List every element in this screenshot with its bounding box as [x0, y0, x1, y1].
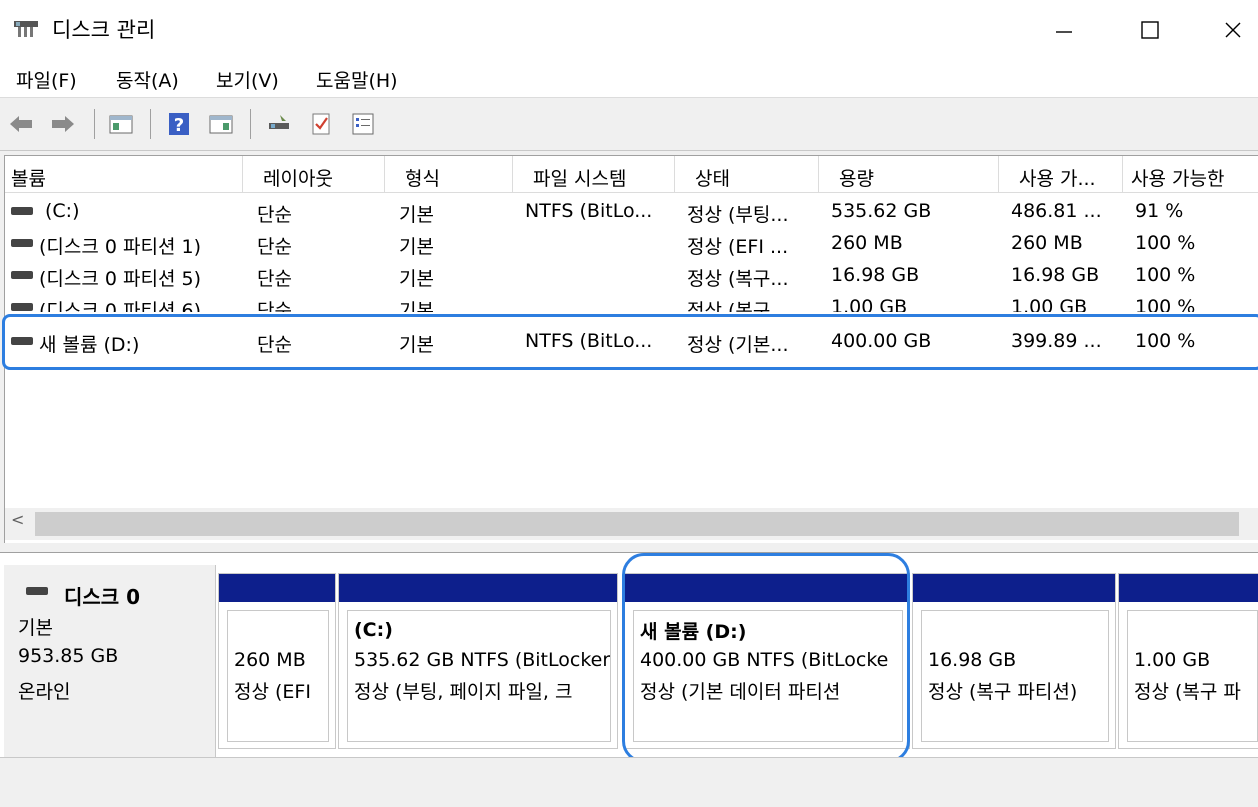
table-row[interactable]: (디스크 0 파티션 1) 단순 기본 정상 (EFI ... 260 MB 2…	[5, 228, 1258, 260]
column-header-type[interactable]: 형식	[385, 156, 513, 193]
column-header-volume[interactable]: 볼륨	[5, 156, 243, 193]
maximize-button[interactable]	[1122, 10, 1178, 50]
drive-icon	[11, 207, 33, 215]
title-bar: 디스크 관리	[0, 0, 1258, 58]
toolbar-separator	[150, 109, 151, 139]
forward-arrow-icon[interactable]	[50, 111, 76, 137]
partition-band	[1119, 574, 1258, 602]
column-header-free-space[interactable]: 사용 가...	[999, 156, 1123, 193]
scrollbar-thumb[interactable]	[35, 512, 1239, 536]
show-action-pane-icon[interactable]	[208, 111, 234, 137]
disk-kind: 기본	[18, 617, 53, 639]
window-title: 디스크 관리	[52, 18, 156, 42]
column-header-layout[interactable]: 레이아웃	[243, 156, 385, 193]
disk-state: 온라인	[18, 681, 71, 703]
minimize-button[interactable]	[1036, 10, 1092, 50]
drive-icon	[26, 587, 48, 595]
disk-size: 953.85 GB	[18, 645, 119, 667]
drive-icon	[11, 303, 33, 311]
horizontal-scrollbar[interactable]: <	[5, 508, 1258, 540]
toolbar-separator	[94, 109, 95, 139]
table-row[interactable]: (디스크 0 파티션 5) 단순 기본 정상 (복구... 16.98 GB 1…	[5, 260, 1258, 292]
help-icon[interactable]: ?	[166, 111, 192, 137]
menu-action[interactable]: 동작(A)	[116, 66, 179, 93]
partition-c[interactable]: (C:) 535.62 GB NTFS (BitLocker 정상 (부팅, 페…	[338, 573, 618, 749]
disk-info-panel[interactable]: 디스크 0 기본 953.85 GB 온라인	[4, 565, 216, 757]
table-row[interactable]: (디스크 0 파티션 6) 단순 기본 정상 (복구... 1.00 GB 1.…	[5, 292, 1258, 312]
disk-name: 디스크 0	[64, 585, 141, 609]
toolbar: ?	[0, 99, 1258, 151]
column-header-filesystem[interactable]: 파일 시스템	[513, 156, 675, 193]
graph-bottom-area	[0, 757, 1258, 807]
partition-band	[219, 574, 335, 602]
disk-management-icon	[14, 21, 38, 37]
partition-band	[913, 574, 1115, 602]
partition-recovery-5[interactable]: 16.98 GB 정상 (복구 파티션)	[912, 573, 1116, 749]
table-row[interactable]: (C:) 단순 기본 NTFS (BitLo... 정상 (부팅... 535.…	[5, 196, 1258, 228]
disk-graph-view: 디스크 0 기본 953.85 GB 온라인 260 MB 정상 (EFI (C…	[0, 553, 1258, 807]
selection-highlight	[2, 314, 1258, 370]
menu-help[interactable]: 도움말(H)	[316, 66, 398, 93]
back-arrow-icon[interactable]	[8, 111, 34, 137]
show-hide-console-tree-icon[interactable]	[108, 111, 134, 137]
partition-efi[interactable]: 260 MB 정상 (EFI	[218, 573, 336, 749]
column-header-capacity[interactable]: 용량	[819, 156, 999, 193]
drive-icon	[11, 239, 33, 247]
properties-list-icon[interactable]	[350, 111, 376, 137]
close-icon	[1225, 22, 1241, 38]
menu-view[interactable]: 보기(V)	[216, 66, 279, 93]
check-document-icon[interactable]	[308, 111, 334, 137]
pane-splitter[interactable]	[0, 543, 1258, 553]
close-button[interactable]	[1208, 10, 1258, 50]
maximize-icon	[1141, 21, 1159, 39]
partition-selection-highlight	[622, 553, 910, 763]
minimize-icon	[1056, 31, 1072, 33]
partition-recovery-6[interactable]: 1.00 GB 정상 (복구 파	[1118, 573, 1258, 749]
partition-band	[339, 574, 617, 602]
menu-bar: 파일(F) 동작(A) 보기(V) 도움말(H)	[0, 58, 1258, 98]
column-header-status[interactable]: 상태	[675, 156, 819, 193]
connect-drive-icon[interactable]	[266, 111, 292, 137]
drive-icon	[11, 271, 33, 279]
column-header-percent-free[interactable]: 사용 가능한	[1123, 156, 1258, 193]
toolbar-separator	[250, 109, 251, 139]
svg-text:?: ?	[174, 115, 184, 136]
menu-file[interactable]: 파일(F)	[16, 66, 77, 93]
scroll-left-arrow-icon[interactable]: <	[11, 510, 24, 529]
